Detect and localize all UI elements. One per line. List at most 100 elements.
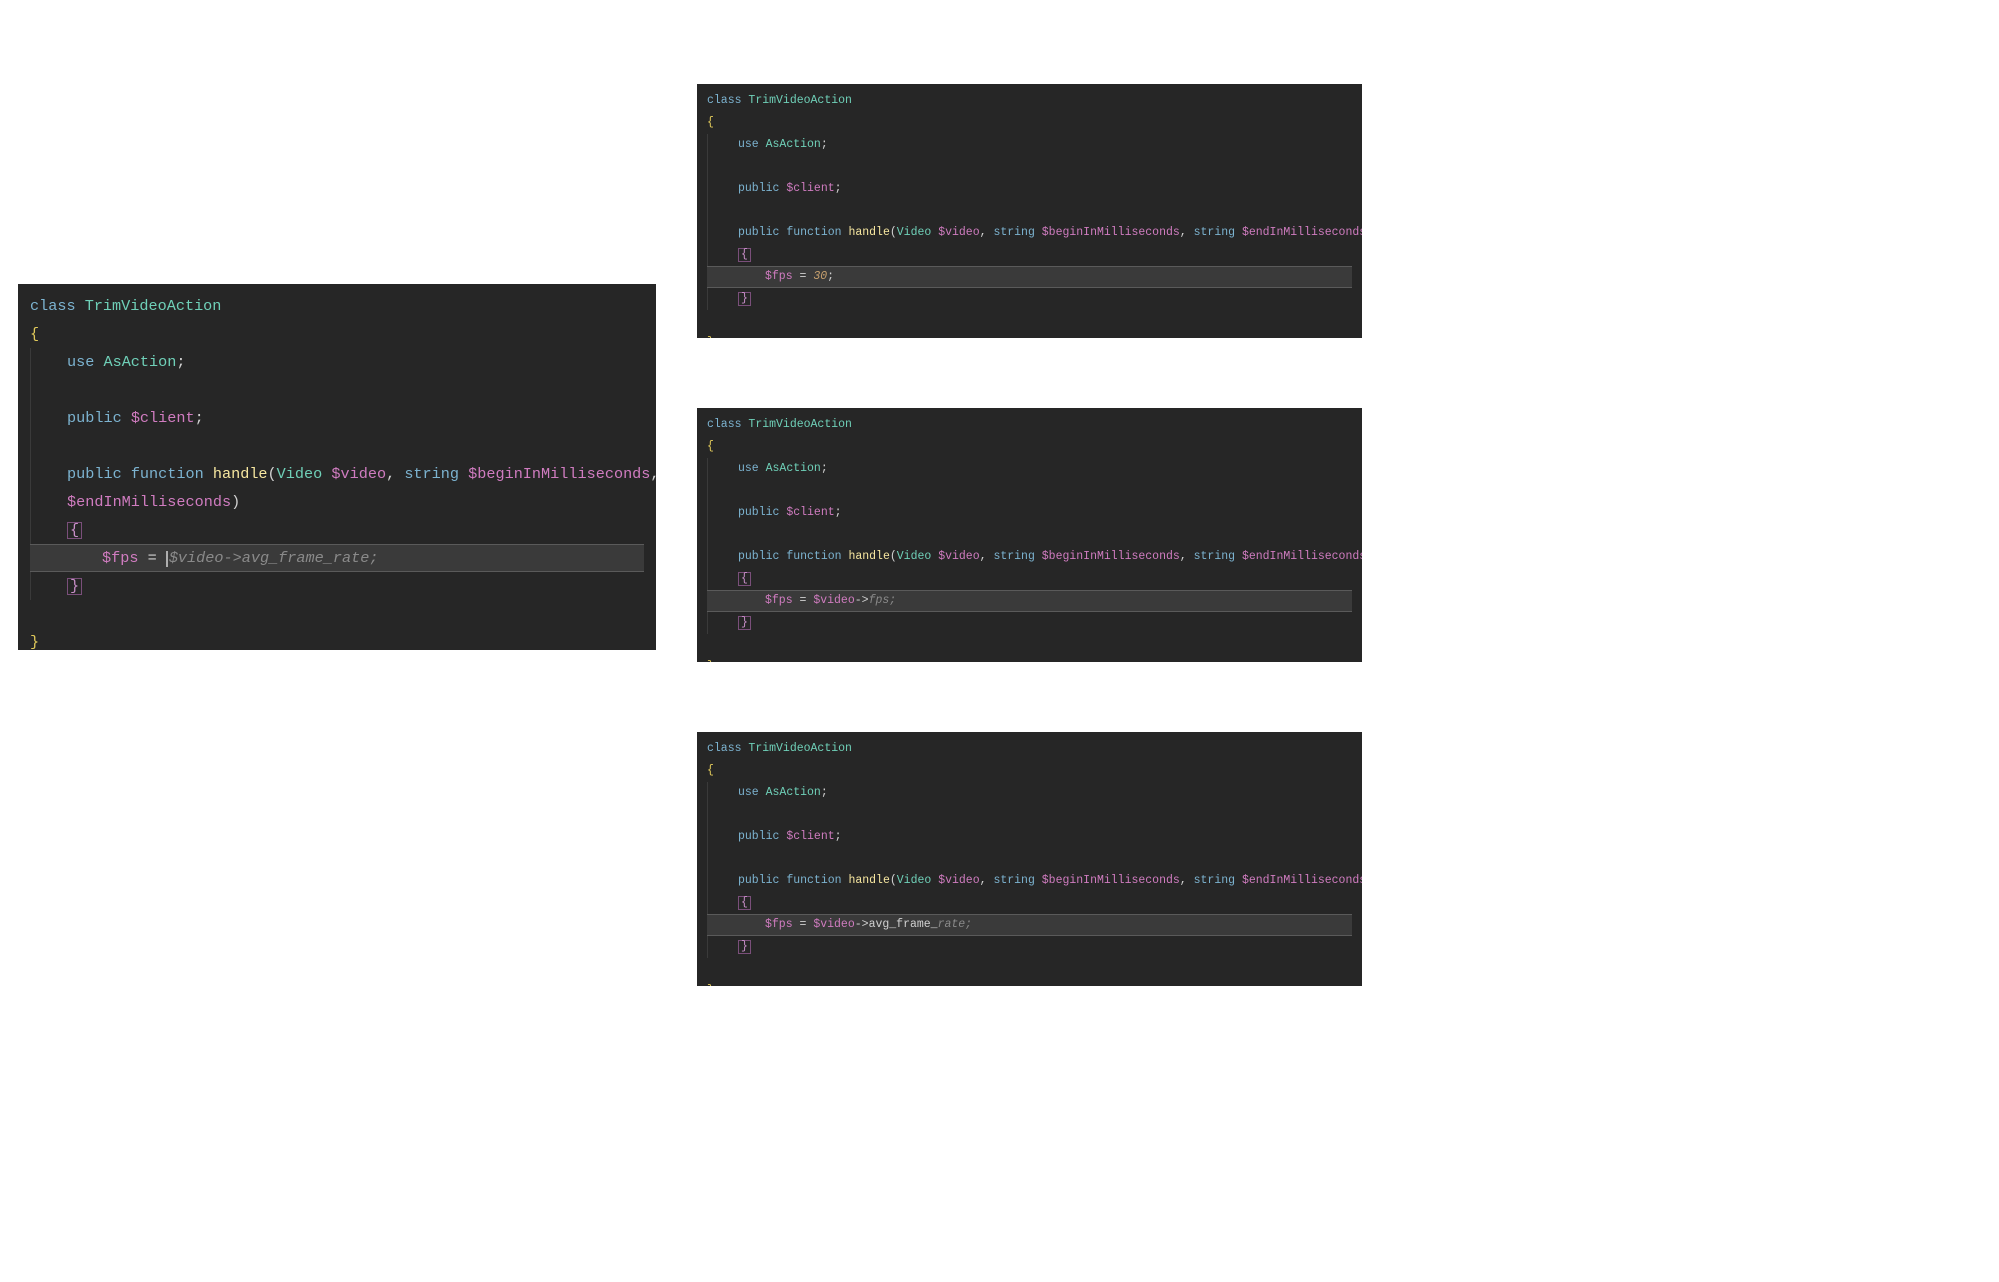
param-type: Video: [897, 226, 932, 239]
code-line: }: [30, 628, 644, 650]
inline-suggestion[interactable]: rate;: [938, 918, 973, 931]
code-line-active[interactable]: $fps = $video->avg_frame_rate;: [707, 914, 1352, 936]
brace-close: }: [707, 984, 714, 986]
brace-open: {: [707, 440, 714, 453]
param-begin: $beginInMilliseconds: [1042, 550, 1180, 563]
brace-close-inner: }: [738, 292, 751, 306]
code-editor-right-3: class TrimVideoAction { use AsAction; pu…: [697, 732, 1362, 986]
param-end: $endInMilliseconds: [1242, 226, 1362, 239]
code-line: use AsAction;: [707, 458, 1352, 480]
code-line: {: [707, 436, 1352, 458]
param-begin: $beginInMilliseconds: [1042, 226, 1180, 239]
blank-line: [707, 156, 1352, 178]
param-begin: $beginInMilliseconds: [468, 465, 650, 483]
param-video: $video: [938, 226, 979, 239]
text-caret: [166, 551, 168, 567]
comma: ,: [1180, 874, 1187, 887]
param-end: $endInMilliseconds: [1242, 550, 1362, 563]
var-fps: $fps: [765, 594, 793, 607]
keyword-use: use: [67, 353, 94, 371]
code-line: public $client;: [30, 404, 644, 432]
brace-open: {: [707, 764, 714, 777]
blank-line: [707, 634, 1352, 656]
comma: ,: [980, 226, 987, 239]
semicolon: ;: [176, 353, 185, 371]
keyword-public: public: [67, 465, 122, 483]
code-line-active[interactable]: $fps = $video->fps;: [707, 590, 1352, 612]
current-line-highlight: $fps = $video->fps;: [707, 590, 1352, 612]
function-name: handle: [213, 465, 268, 483]
var-fps: $fps: [765, 918, 793, 931]
keyword-function: function: [786, 226, 841, 239]
blank-line: [30, 376, 644, 404]
code-line: class TrimVideoAction: [30, 292, 644, 320]
var-client: $client: [786, 182, 834, 195]
code-line: }: [707, 936, 1352, 958]
param-type: Video: [897, 550, 932, 563]
inline-suggestion[interactable]: $video->avg_frame_rate;: [169, 549, 379, 567]
var-client: $client: [786, 506, 834, 519]
code-line: {: [30, 516, 644, 544]
blank-line: [707, 804, 1352, 826]
trait-name: AsAction: [766, 786, 821, 799]
var-fps: $fps: [765, 270, 793, 283]
keyword-use: use: [738, 462, 759, 475]
code-line: {: [707, 112, 1352, 134]
var-client: $client: [131, 409, 195, 427]
code-line: class TrimVideoAction: [707, 90, 1352, 112]
param-video: $video: [331, 465, 386, 483]
arrow: ->: [855, 594, 869, 607]
keyword-string: string: [1194, 874, 1235, 887]
paren-close: ): [231, 493, 240, 511]
code-editor-right-2: class TrimVideoAction { use AsAction; pu…: [697, 408, 1362, 662]
current-line-highlight: $fps = 30;: [707, 266, 1352, 288]
keyword-class: class: [707, 94, 742, 107]
code-line: }: [707, 612, 1352, 634]
paren-open: (: [890, 226, 897, 239]
var-client: $client: [786, 830, 834, 843]
brace-close: }: [707, 660, 714, 662]
function-name: handle: [848, 874, 889, 887]
trait-name: AsAction: [766, 138, 821, 151]
keyword-public: public: [738, 550, 779, 563]
current-line-highlight: $fps = $video->avg_frame_rate;: [30, 544, 644, 572]
class-name: TrimVideoAction: [748, 742, 852, 755]
keyword-public: public: [738, 830, 779, 843]
param-video: $video: [938, 874, 979, 887]
blank-line: [707, 958, 1352, 980]
param-end: $endInMilliseconds: [67, 493, 231, 511]
equals: =: [138, 549, 165, 567]
keyword-use: use: [738, 138, 759, 151]
blank-line: [707, 200, 1352, 222]
keyword-function: function: [131, 465, 204, 483]
paren-open: (: [268, 465, 277, 483]
brace-open-inner: {: [738, 896, 751, 910]
inline-suggestion[interactable]: fps;: [869, 594, 897, 607]
brace-open: {: [30, 325, 39, 343]
keyword-public: public: [738, 226, 779, 239]
paren-open: (: [890, 874, 897, 887]
keyword-string: string: [1194, 550, 1235, 563]
blank-line: [707, 524, 1352, 546]
code-line: public $client;: [707, 826, 1352, 848]
function-name: handle: [848, 550, 889, 563]
code-line-active[interactable]: $fps = $video->avg_frame_rate;: [30, 544, 644, 572]
param-end: $endInMilliseconds: [1242, 874, 1362, 887]
param-begin: $beginInMilliseconds: [1042, 874, 1180, 887]
semicolon: ;: [195, 409, 204, 427]
brace-close-inner: }: [738, 940, 751, 954]
keyword-string: string: [993, 550, 1034, 563]
keyword-string: string: [993, 874, 1034, 887]
trait-name: AsAction: [103, 353, 176, 371]
param-type: Video: [277, 465, 323, 483]
code-line: public function handle(Video $video, str…: [707, 222, 1352, 244]
code-line: public function handle(Video $video, str…: [30, 460, 644, 488]
code-line-wrapped: $endInMilliseconds): [30, 488, 644, 516]
code-line-active[interactable]: $fps = 30;: [707, 266, 1352, 288]
keyword-string: string: [404, 465, 459, 483]
code-line: {: [707, 892, 1352, 914]
keyword-class: class: [30, 297, 76, 315]
semicolon: ;: [821, 138, 828, 151]
blank-line: [707, 310, 1352, 332]
comma: ,: [386, 465, 395, 483]
